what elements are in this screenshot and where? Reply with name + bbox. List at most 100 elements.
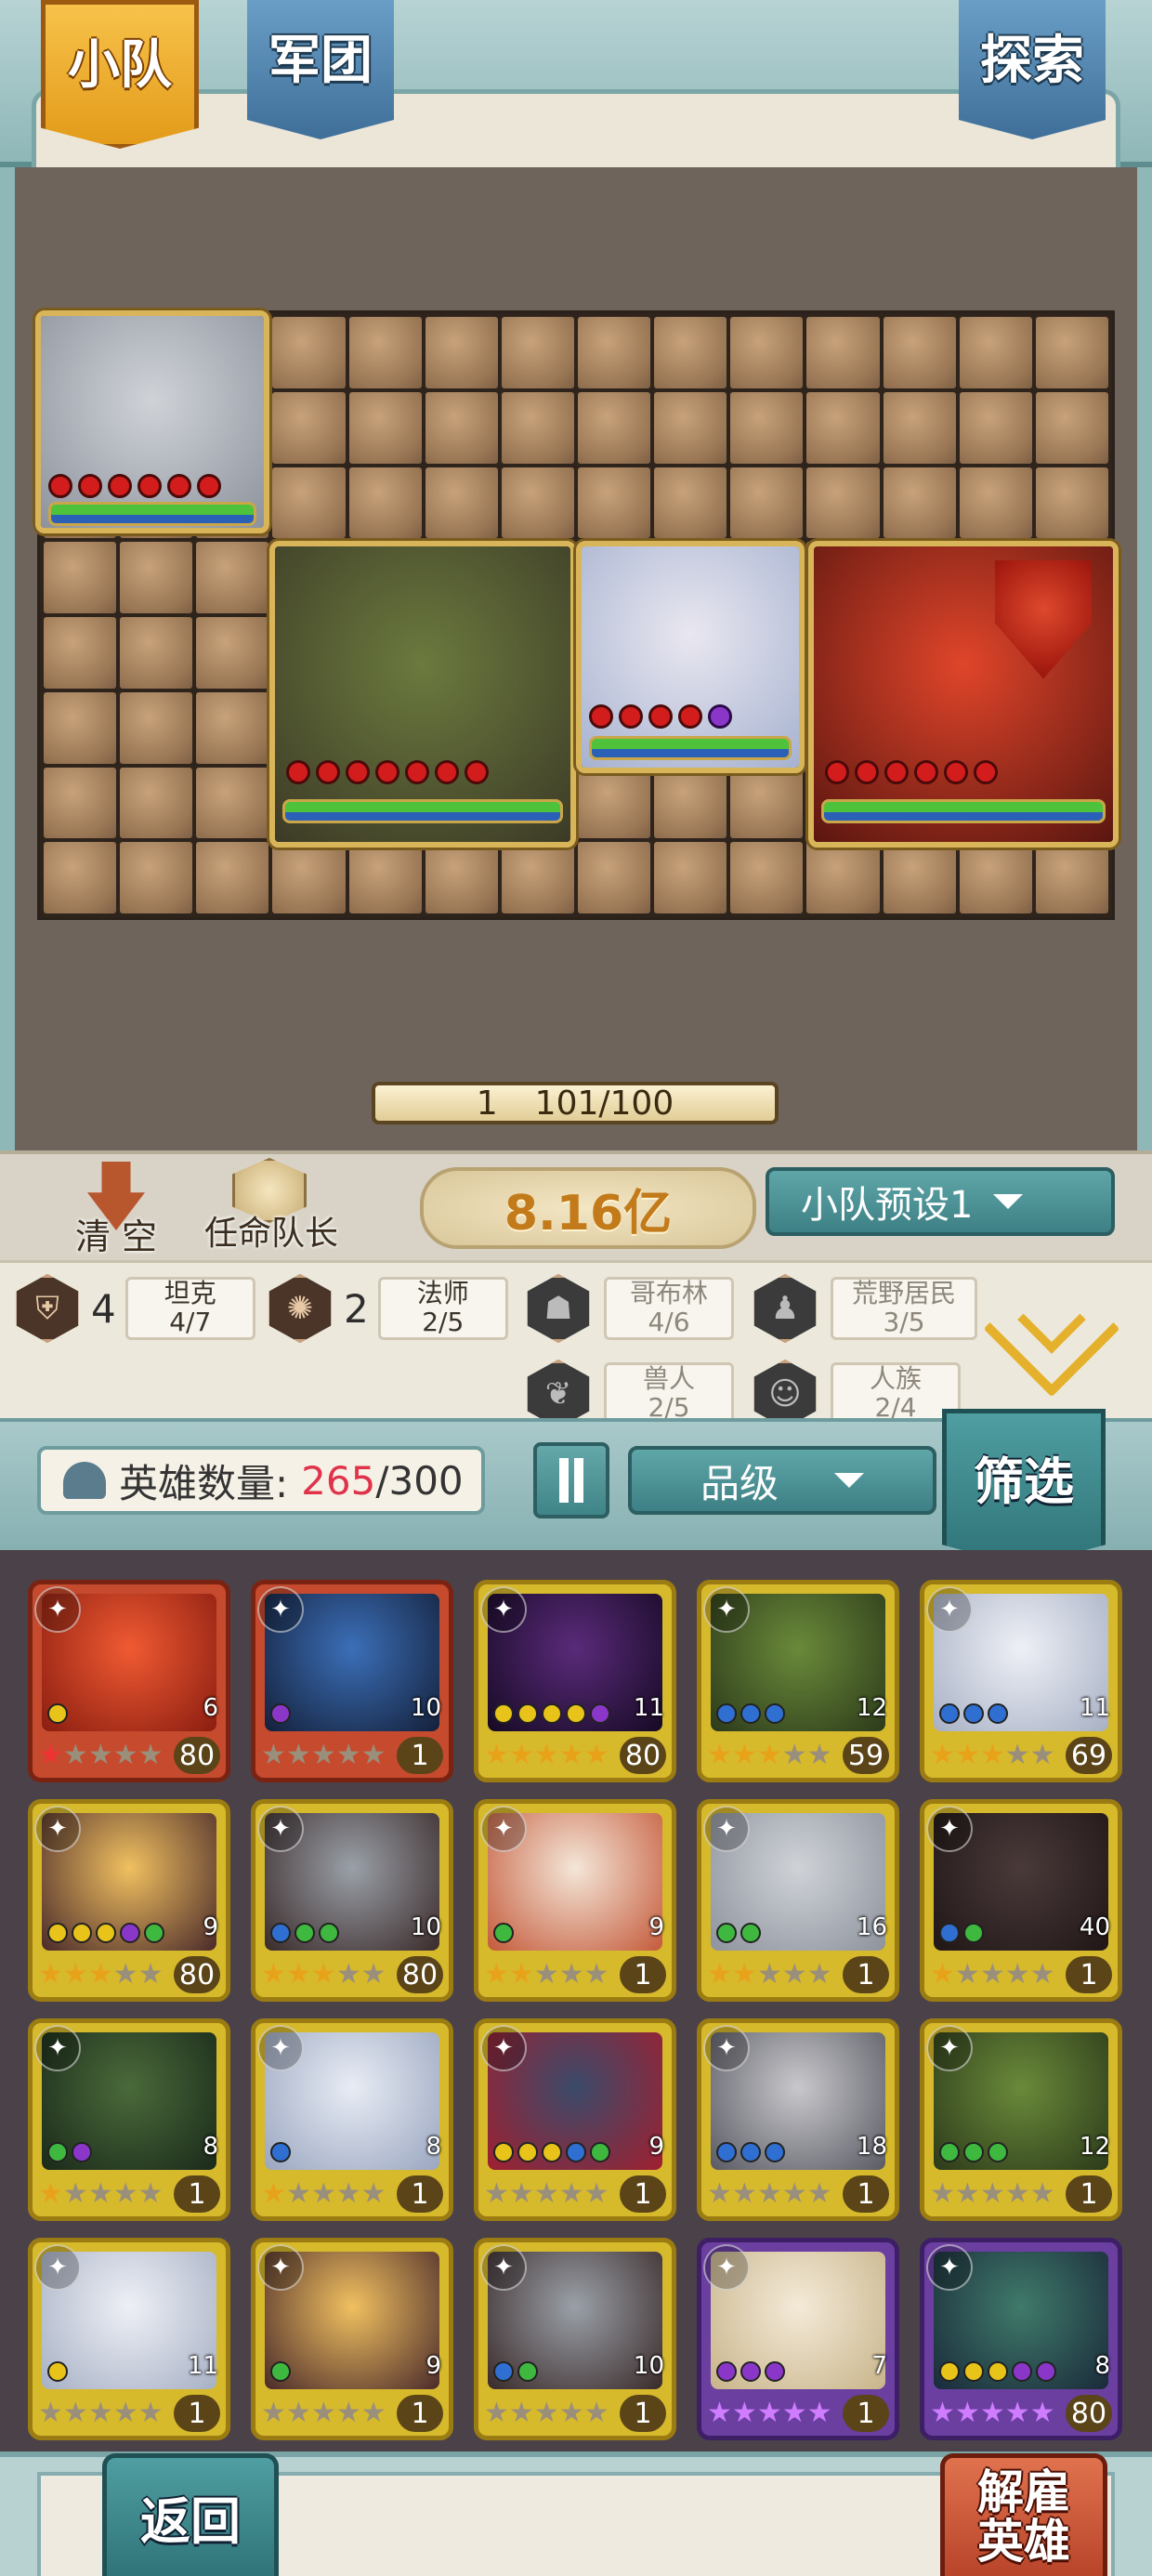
filter-button[interactable]: 筛选 xyxy=(942,1409,1106,1567)
expand-synergy-button[interactable] xyxy=(983,1260,1120,1398)
back-button[interactable]: 返回 xyxy=(102,2453,279,2576)
board-tile[interactable] xyxy=(120,767,193,839)
board-tile[interactable] xyxy=(1035,842,1108,913)
hero-card[interactable]: ✦ 6 ★ ★ ★ ★ ★ 80 xyxy=(28,1580,230,1782)
synergy-shield[interactable]: ⛨ 4 坦克 4/7 xyxy=(13,1274,255,1343)
board-tile[interactable] xyxy=(272,467,346,539)
hero-card[interactable]: ✦ 8 ★ ★ ★ ★ ★ 1 xyxy=(251,2018,453,2221)
hero-card[interactable]: ✦ 10 ★ ★ ★ ★ ★ 1 xyxy=(474,2238,676,2440)
board-tile[interactable] xyxy=(578,467,651,539)
board-tile[interactable] xyxy=(120,842,193,913)
board-unit-steam-golem[interactable] xyxy=(269,541,576,848)
board-tile[interactable] xyxy=(883,467,956,539)
board-tile[interactable] xyxy=(806,467,880,539)
board-tile[interactable] xyxy=(272,317,346,388)
board-tile[interactable] xyxy=(501,391,574,464)
synergy-goblin[interactable]: ☗ 哥布林 4/6 xyxy=(524,1274,734,1343)
board-tile[interactable] xyxy=(120,542,193,613)
hero-card[interactable]: ✦ 11 ★ ★ ★ ★ ★ 69 xyxy=(920,1580,1122,1782)
board-tile[interactable] xyxy=(654,767,727,839)
board-tile[interactable] xyxy=(806,842,880,913)
board-tile[interactable] xyxy=(654,842,727,913)
board-tile[interactable] xyxy=(730,391,804,464)
hero-card[interactable]: ✦ 8 ★ ★ ★ ★ ★ 80 xyxy=(920,2238,1122,2440)
board-tile[interactable] xyxy=(272,842,346,913)
board-tile[interactable] xyxy=(730,317,804,388)
board-tile[interactable] xyxy=(806,317,880,388)
hero-card[interactable]: ✦ 40 ★ ★ ★ ★ ★ 1 xyxy=(920,1799,1122,2002)
hero-card[interactable]: ✦ 7 ★ ★ ★ ★ ★ 1 xyxy=(697,2238,899,2440)
board-tile[interactable] xyxy=(578,767,651,839)
board-tile[interactable] xyxy=(425,842,498,913)
dismiss-hero-button[interactable]: 解雇 英雄 xyxy=(940,2453,1107,2576)
board-tile[interactable] xyxy=(196,617,269,689)
board-tile[interactable] xyxy=(1035,391,1108,464)
board-tile[interactable] xyxy=(348,391,422,464)
synergy-wildling[interactable]: ♟ 荒野居民 3/5 xyxy=(751,1274,978,1343)
hero-card[interactable]: ✦ 18 ★ ★ ★ ★ ★ 1 xyxy=(697,2018,899,2221)
board-tile[interactable] xyxy=(806,391,880,464)
tab-explore[interactable]: 探索 xyxy=(959,0,1106,139)
board-tile[interactable] xyxy=(348,467,422,539)
preset-dropdown[interactable]: 小队预设1 xyxy=(766,1167,1115,1236)
hero-card[interactable]: ✦ 12 ★ ★ ★ ★ ★ 1 xyxy=(920,2018,1122,2221)
board-tile[interactable] xyxy=(272,391,346,464)
board-tile[interactable] xyxy=(578,391,651,464)
hero-card[interactable]: ✦ 9 ★ ★ ★ ★ ★ 1 xyxy=(474,1799,676,2002)
board-tile[interactable] xyxy=(425,467,498,539)
board-tile[interactable] xyxy=(1035,467,1108,539)
board-tile[interactable] xyxy=(44,842,117,913)
board-tile[interactable] xyxy=(654,317,727,388)
board-tile[interactable] xyxy=(44,542,117,613)
board-tile[interactable] xyxy=(730,467,804,539)
board-tile[interactable] xyxy=(120,617,193,689)
board-unit-snow-beast[interactable] xyxy=(35,310,269,533)
board-tile[interactable] xyxy=(196,542,269,613)
board-tile[interactable] xyxy=(501,317,574,388)
board-tile[interactable] xyxy=(44,767,117,839)
appoint-captain-button[interactable]: 任命队长 xyxy=(188,1158,355,1255)
synergy-human[interactable]: ☺ 人族 2/4 xyxy=(751,1360,961,1428)
hero-card[interactable]: ✦ 12 ★ ★ ★ ★ ★ 59 xyxy=(697,1580,899,1782)
board-tile[interactable] xyxy=(578,842,651,913)
board-tile[interactable] xyxy=(425,391,498,464)
board-tile[interactable] xyxy=(654,391,727,464)
board-tile[interactable] xyxy=(959,391,1032,464)
hero-card[interactable]: ✦ 8 ★ ★ ★ ★ ★ 1 xyxy=(28,2018,230,2221)
board-tile[interactable] xyxy=(730,767,804,839)
board-tile[interactable] xyxy=(883,842,956,913)
hero-card[interactable]: ✦ 10 ★ ★ ★ ★ ★ 80 xyxy=(251,1799,453,2002)
board-tile[interactable] xyxy=(1035,317,1108,388)
board-tile[interactable] xyxy=(578,317,651,388)
board-tile[interactable] xyxy=(120,691,193,764)
tab-squad[interactable]: 小队 xyxy=(41,0,199,149)
board-tile[interactable] xyxy=(425,317,498,388)
board-tile[interactable] xyxy=(501,842,574,913)
hero-card[interactable]: ✦ 9 ★ ★ ★ ★ ★ 1 xyxy=(474,2018,676,2221)
synergy-orc[interactable]: ❦ 兽人 2/5 xyxy=(524,1360,734,1428)
board-tile[interactable] xyxy=(654,467,727,539)
board-tile[interactable] xyxy=(959,467,1032,539)
board-tile[interactable] xyxy=(730,842,804,913)
board-tile[interactable] xyxy=(348,317,422,388)
sort-order-button[interactable] xyxy=(533,1442,609,1518)
hero-card[interactable]: ✦ 16 ★ ★ ★ ★ ★ 1 xyxy=(697,1799,899,2002)
board-tile[interactable] xyxy=(44,617,117,689)
board-tile[interactable] xyxy=(959,842,1032,913)
hero-card[interactable]: ✦ 10 ★ ★ ★ ★ ★ 1 xyxy=(251,1580,453,1782)
board-tile[interactable] xyxy=(883,391,956,464)
hero-card[interactable]: ✦ 9 ★ ★ ★ ★ ★ 1 xyxy=(251,2238,453,2440)
board-tile[interactable] xyxy=(44,691,117,764)
board-tile[interactable] xyxy=(959,317,1032,388)
board-unit-silver-paladin[interactable] xyxy=(576,541,805,773)
board-tile[interactable] xyxy=(501,467,574,539)
sort-by-grade-dropdown[interactable]: 品级 xyxy=(628,1446,936,1515)
tab-legion[interactable]: 军团 xyxy=(247,0,394,139)
synergy-magic[interactable]: ✺ 2 法师 2/5 xyxy=(266,1274,508,1343)
board-tile[interactable] xyxy=(883,317,956,388)
board-tile[interactable] xyxy=(196,842,269,913)
hero-card[interactable]: ✦ 11 ★ ★ ★ ★ ★ 1 xyxy=(28,2238,230,2440)
hero-card[interactable]: ✦ 9 ★ ★ ★ ★ ★ 80 xyxy=(28,1799,230,2002)
hero-card[interactable]: ✦ 11 ★ ★ ★ ★ ★ 80 xyxy=(474,1580,676,1782)
board-unit-fire-bear[interactable] xyxy=(808,541,1119,848)
